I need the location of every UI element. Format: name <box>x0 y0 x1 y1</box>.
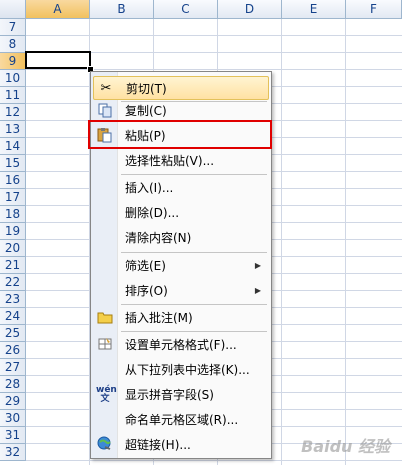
menu-separator <box>121 252 267 253</box>
menu-item-label: 设置单元格格式(F)... <box>125 338 237 352</box>
menu-item-label: 从下拉列表中选择(K)... <box>125 363 250 377</box>
column-header-d[interactable]: D <box>218 0 282 19</box>
row-header-28[interactable]: 28 <box>0 376 26 393</box>
row-header-12[interactable]: 12 <box>0 104 26 121</box>
menu-item-insert[interactable]: 插入(I)... <box>93 176 269 200</box>
menu-item-label: 超链接(H)... <box>125 438 191 452</box>
column-header-a[interactable]: A <box>26 0 90 19</box>
menu-item-filter[interactable]: 筛选(E) ▶ <box>93 254 269 278</box>
row-header-15[interactable]: 15 <box>0 155 26 172</box>
menu-item-label: 显示拼音字段(S) <box>125 388 214 402</box>
row-header-17[interactable]: 17 <box>0 189 26 206</box>
menu-item-sort[interactable]: 排序(O) ▶ <box>93 279 269 303</box>
row-header-29[interactable]: 29 <box>0 393 26 410</box>
menu-item-paste-special[interactable]: 选择性粘贴(V)... <box>93 149 269 173</box>
copy-icon <box>96 102 114 120</box>
row-header-23[interactable]: 23 <box>0 291 26 308</box>
menu-item-format-cells[interactable]: 设置单元格格式(F)... <box>93 333 269 357</box>
row-header-25[interactable]: 25 <box>0 325 26 342</box>
row-header-16[interactable]: 16 <box>0 172 26 189</box>
menu-item-delete[interactable]: 删除(D)... <box>93 201 269 225</box>
column-header-e[interactable]: E <box>282 0 346 19</box>
phonetic-icon: wén 文 <box>96 385 117 404</box>
row-header-26[interactable]: 26 <box>0 342 26 359</box>
menu-item-label: 删除(D)... <box>125 206 180 220</box>
row-header-30[interactable]: 30 <box>0 410 26 427</box>
menu-item-label: 命名单元格区域(R)... <box>125 413 239 427</box>
menu-item-hyperlink[interactable]: 超链接(H)... <box>93 433 269 457</box>
menu-item-label: 插入批注(M) <box>125 311 193 325</box>
menu-item-label: 筛选(E) <box>125 259 166 273</box>
row-header-19[interactable]: 19 <box>0 223 26 240</box>
menu-item-cut[interactable]: ✂ 剪切(T) <box>93 76 269 100</box>
submenu-arrow-icon: ▶ <box>254 286 261 295</box>
menu-item-label: 剪切(T) <box>126 82 167 96</box>
hyperlink-icon <box>96 436 114 454</box>
comment-folder-icon <box>96 309 114 327</box>
menu-item-pick-from-list[interactable]: 从下拉列表中选择(K)... <box>93 358 269 382</box>
select-all-corner[interactable] <box>0 0 26 19</box>
menu-item-label: 插入(I)... <box>125 181 174 195</box>
menu-item-show-phonetic[interactable]: wén 文 显示拼音字段(S) <box>93 383 269 407</box>
scissors-icon: ✂ <box>100 81 112 96</box>
row-header-24[interactable]: 24 <box>0 308 26 325</box>
column-header-b[interactable]: B <box>90 0 154 19</box>
row-header-9[interactable]: 9 <box>0 53 26 70</box>
menu-separator <box>121 304 267 305</box>
row-header-7[interactable]: 7 <box>0 19 26 36</box>
active-cell-a9[interactable] <box>25 51 91 69</box>
column-header-c[interactable]: C <box>154 0 218 19</box>
row-header-20[interactable]: 20 <box>0 240 26 257</box>
row-header-32[interactable]: 32 <box>0 444 26 461</box>
menu-item-clear-contents[interactable]: 清除内容(N) <box>93 226 269 250</box>
submenu-arrow-icon: ▶ <box>254 261 261 270</box>
menu-separator <box>121 174 267 175</box>
row-header-22[interactable]: 22 <box>0 274 26 291</box>
menu-item-label: 清除内容(N) <box>125 231 192 245</box>
grid-line <box>26 460 402 461</box>
row-header-18[interactable]: 18 <box>0 206 26 223</box>
menu-item-label: 选择性粘贴(V)... <box>125 154 215 168</box>
grid-line <box>26 35 402 36</box>
format-cells-icon <box>96 336 114 354</box>
column-header-f[interactable]: F <box>346 0 402 19</box>
row-header-13[interactable]: 13 <box>0 121 26 138</box>
menu-separator <box>121 331 267 332</box>
grid-line <box>26 69 402 70</box>
menu-item-define-name[interactable]: 命名单元格区域(R)... <box>93 408 269 432</box>
row-header-11[interactable]: 11 <box>0 87 26 104</box>
row-header-10[interactable]: 10 <box>0 70 26 87</box>
row-header-27[interactable]: 27 <box>0 359 26 376</box>
row-header-8[interactable]: 8 <box>0 36 26 53</box>
menu-item-label: 排序(O) <box>125 284 168 298</box>
menu-item-insert-comment[interactable]: 插入批注(M) <box>93 306 269 330</box>
row-header-21[interactable]: 21 <box>0 257 26 274</box>
row-header-14[interactable]: 14 <box>0 138 26 155</box>
paste-highlight-annotation <box>88 120 272 149</box>
row-header-31[interactable]: 31 <box>0 427 26 444</box>
watermark: Baidu 经验 <box>301 437 390 456</box>
